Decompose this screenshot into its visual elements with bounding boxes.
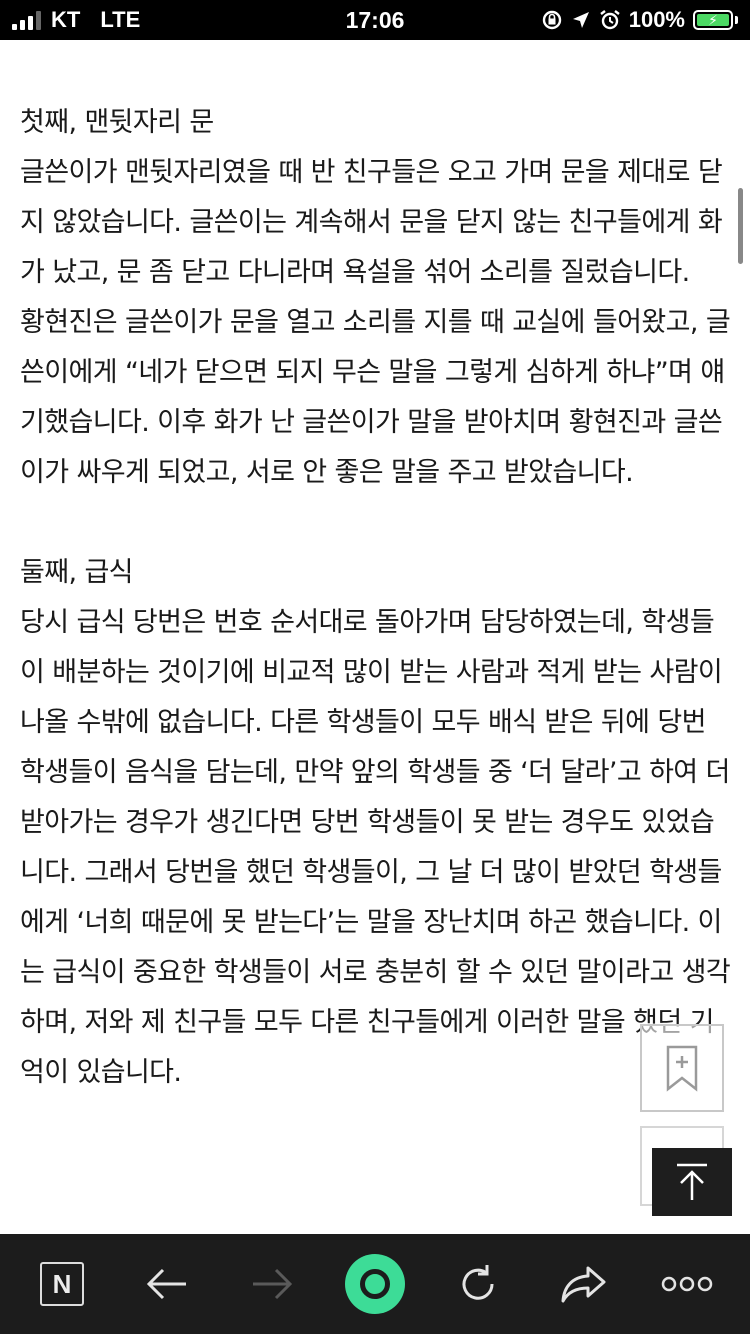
back-button[interactable]: [117, 1234, 217, 1334]
green-dot-button[interactable]: [325, 1234, 425, 1334]
battery-tip: [735, 16, 738, 24]
bookmark-add-button[interactable]: [640, 1024, 724, 1112]
more-icon: [661, 1276, 713, 1292]
article-body: 첫째, 맨뒷자리 문 글쓴이가 맨뒷자리였을 때 반 친구들은 오고 가며 문을…: [20, 98, 732, 1098]
forward-arrow-icon: [253, 1268, 293, 1300]
status-right: 100% ⚡: [541, 0, 738, 40]
section2-title: 둘째, 급식: [20, 557, 134, 588]
naver-home-icon: N: [40, 1262, 84, 1306]
status-bar: KT LTE 17:06 100% ⚡: [0, 0, 750, 40]
section1-paragraph2: 황현진은 글쓴이가 문을 열고 소리를 지를 때 교실에 들어왔고, 글쓴이에게…: [20, 307, 731, 488]
section1-title: 첫째, 맨뒷자리 문: [20, 107, 214, 138]
bookmark-add-icon: [666, 1045, 698, 1092]
scroll-to-top-icon: [677, 1163, 707, 1200]
section1-paragraph1: 글쓴이가 맨뒷자리였을 때 반 친구들은 오고 가며 문을 제대로 닫지 않았습…: [20, 157, 723, 288]
more-button[interactable]: [637, 1234, 737, 1334]
section2-paragraph: 당시 급식 당번은 번호 순서대로 돌아가며 담당하였는데, 학생들이 배분하는…: [20, 607, 731, 1088]
battery-percent: 100%: [628, 7, 685, 32]
browser-toolbar: N: [0, 1234, 750, 1334]
home-button[interactable]: N: [12, 1234, 112, 1334]
forward-button[interactable]: [222, 1234, 322, 1334]
share-icon: [561, 1266, 606, 1303]
scrollbar[interactable]: [738, 188, 743, 264]
battery-charging-icon: ⚡: [693, 10, 733, 30]
share-button[interactable]: [533, 1234, 633, 1334]
orientation-lock-icon: [542, 10, 561, 30]
back-arrow-icon: [146, 1268, 186, 1300]
refresh-button[interactable]: [428, 1234, 528, 1334]
green-dot-button-icon: [345, 1254, 405, 1314]
alarm-icon: [599, 10, 620, 30]
scroll-to-top-button[interactable]: [652, 1148, 732, 1216]
location-arrow-icon: [572, 12, 589, 28]
refresh-icon: [462, 1265, 494, 1300]
